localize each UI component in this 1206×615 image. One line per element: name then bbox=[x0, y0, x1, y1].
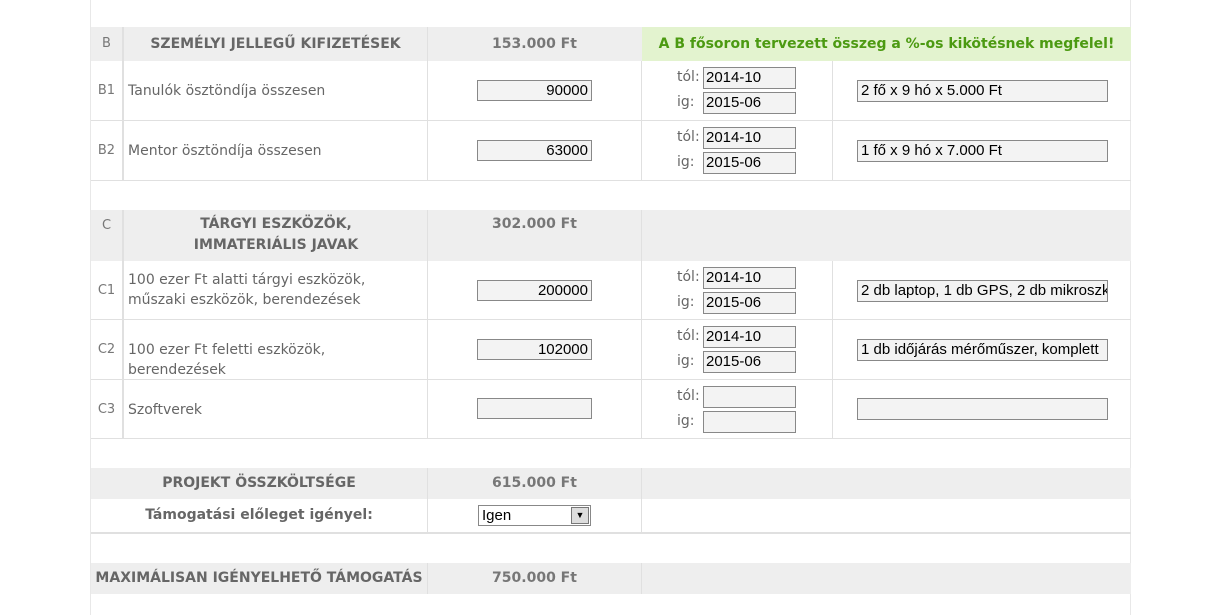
to-label: ig: bbox=[677, 413, 695, 429]
maximum-support-row: MAXIMÁLISAN IGÉNYELHETŐ TÁMOGATÁS 750.00… bbox=[91, 563, 1131, 594]
to-date-input[interactable]: 2015-06 bbox=[703, 152, 796, 174]
note-input[interactable]: 1 db időjárás mérőműszer, komplett bbox=[857, 339, 1108, 361]
section-title: SZEMÉLYI JELLEGŰ KIFIZETÉSEK bbox=[150, 36, 401, 52]
table-row: B2 Mentor ösztöndíja összesen 63000 tól:… bbox=[91, 121, 1131, 181]
section-amount: 302.000 Ft bbox=[492, 216, 577, 232]
to-label: ig: bbox=[677, 154, 695, 170]
section-c-header: C TÁRGYI ESZKÖZÖK, IMMATERIÁLIS JAVAK 30… bbox=[91, 210, 1131, 261]
section-title: TÁRGYI ESZKÖZÖK, IMMATERIÁLIS JAVAK bbox=[193, 216, 359, 253]
row-code: C2 bbox=[97, 342, 116, 357]
note-input[interactable]: 2 db laptop, 1 db GPS, 2 db mikroszkó bbox=[857, 280, 1108, 302]
from-date-input[interactable]: 2014-10 bbox=[703, 67, 796, 89]
to-label: ig: bbox=[677, 294, 695, 310]
budget-table: B SZEMÉLYI JELLEGŰ KIFIZETÉSEK 153.000 F… bbox=[90, 0, 1131, 615]
from-date-input[interactable]: 2014-10 bbox=[703, 326, 796, 348]
row-code: C1 bbox=[97, 283, 116, 298]
section-b-header: B SZEMÉLYI JELLEGŰ KIFIZETÉSEK 153.000 F… bbox=[91, 27, 1131, 61]
from-label: tól: bbox=[677, 269, 700, 285]
row-label: 100 ezer Ft alatti tárgyi eszközök, műsz… bbox=[128, 272, 366, 308]
row-code: B1 bbox=[97, 83, 116, 98]
maximum-amount: 750.000 Ft bbox=[492, 570, 577, 586]
from-label: tól: bbox=[677, 69, 700, 85]
from-label: tól: bbox=[677, 388, 700, 404]
table-row: C1 100 ezer Ft alatti tárgyi eszközök, m… bbox=[91, 261, 1131, 320]
to-label: ig: bbox=[677, 94, 695, 110]
advance-select[interactable]: Igen ▼ bbox=[478, 505, 591, 526]
to-date-input[interactable]: 2015-06 bbox=[703, 292, 796, 314]
maximum-label: MAXIMÁLISAN IGÉNYELHETŐ TÁMOGATÁS bbox=[95, 570, 423, 586]
advance-select-value: Igen bbox=[482, 507, 512, 524]
from-label: tól: bbox=[677, 129, 700, 145]
total-label: PROJEKT ÖSSZKÖLTSÉGE bbox=[162, 475, 356, 491]
section-amount: 153.000 Ft bbox=[492, 36, 577, 52]
from-date-input[interactable]: 2014-10 bbox=[703, 267, 796, 289]
amount-input[interactable] bbox=[477, 398, 592, 419]
amount-input[interactable]: 200000 bbox=[477, 280, 592, 301]
table-row: B1 Tanulók ösztöndíja összesen 90000 tól… bbox=[91, 61, 1131, 121]
advance-row: Támogatási előleget igényel: Igen ▼ bbox=[91, 499, 1131, 534]
to-date-input[interactable] bbox=[703, 411, 796, 433]
row-label: 100 ezer Ft feletti eszközök, berendezés… bbox=[128, 342, 326, 378]
from-date-input[interactable] bbox=[703, 386, 796, 408]
amount-input[interactable]: 63000 bbox=[477, 140, 592, 161]
row-code: C3 bbox=[97, 402, 116, 417]
row-label: Tanulók ösztöndíja összesen bbox=[128, 83, 326, 99]
row-label: Szoftverek bbox=[128, 402, 203, 418]
amount-input[interactable]: 90000 bbox=[477, 80, 592, 101]
section-code: C bbox=[101, 218, 112, 233]
note-input[interactable]: 1 fő x 9 hó x 7.000 Ft bbox=[857, 140, 1108, 162]
note-input[interactable] bbox=[857, 398, 1108, 420]
from-label: tól: bbox=[677, 328, 700, 344]
row-label: Mentor ösztöndíja összesen bbox=[128, 143, 322, 159]
table-row: C2 100 ezer Ft feletti eszközök, berende… bbox=[91, 320, 1131, 380]
to-date-input[interactable]: 2015-06 bbox=[703, 92, 796, 114]
row-code: B2 bbox=[97, 143, 116, 158]
validation-message: A B fősoron tervezett összeg a %-os kikö… bbox=[642, 27, 1131, 61]
amount-input[interactable]: 102000 bbox=[477, 339, 592, 360]
to-label: ig: bbox=[677, 353, 695, 369]
to-date-input[interactable]: 2015-06 bbox=[703, 351, 796, 373]
advance-label: Támogatási előleget igényel: bbox=[145, 507, 373, 523]
table-row: C3 Szoftverek tól: ig: bbox=[91, 380, 1131, 439]
from-date-input[interactable]: 2014-10 bbox=[703, 127, 796, 149]
section-code: B bbox=[102, 36, 111, 51]
note-input[interactable]: 2 fő x 9 hó x 5.000 Ft bbox=[857, 80, 1108, 102]
total-amount: 615.000 Ft bbox=[492, 475, 577, 491]
chevron-down-icon[interactable]: ▼ bbox=[571, 507, 589, 524]
project-total-row: PROJEKT ÖSSZKÖLTSÉGE 615.000 Ft bbox=[91, 468, 1131, 499]
